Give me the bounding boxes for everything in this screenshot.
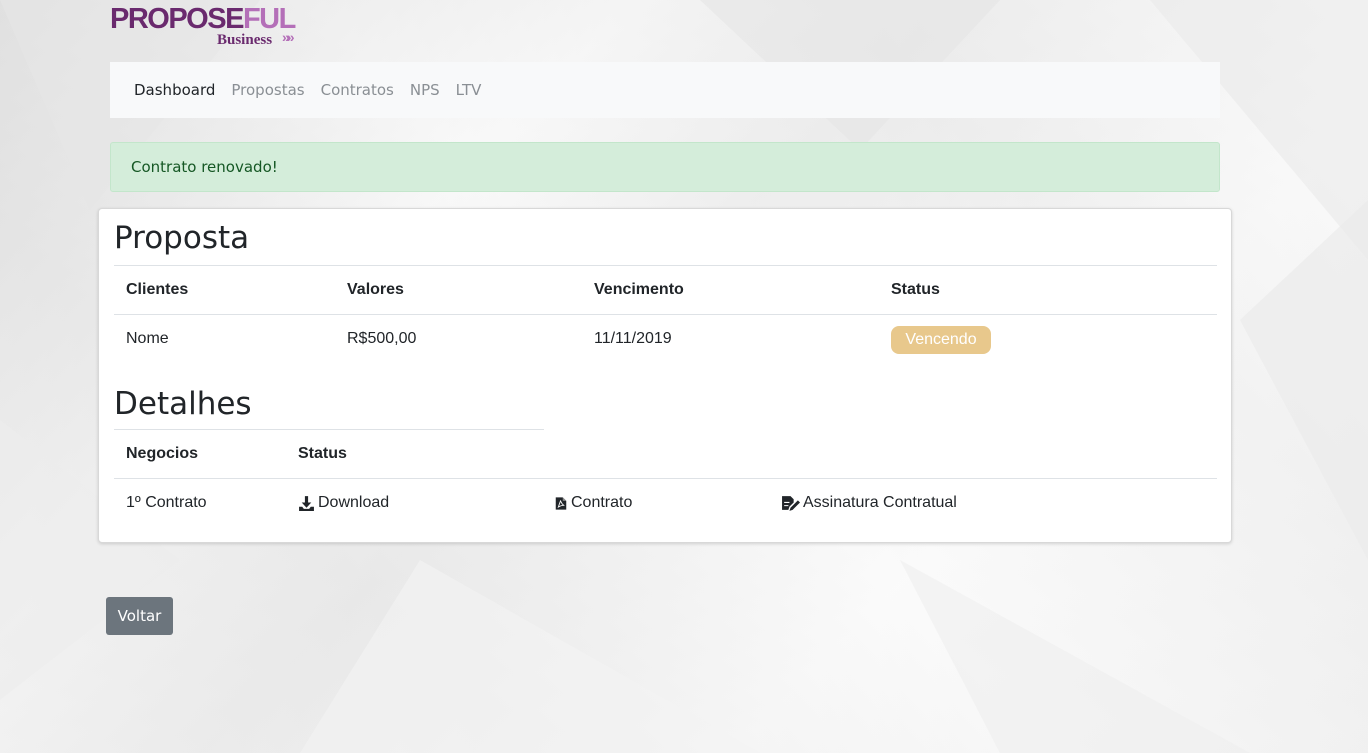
proposal-card: Proposta Clientes Valores Vencimento Sta… [98, 208, 1232, 543]
pdf-file-icon [555, 496, 567, 510]
brand-logo[interactable]: PROPOSEFUL Business »» [110, 4, 300, 48]
nav-propostas[interactable]: Propostas [231, 81, 304, 99]
detalhes-heading: Detalhes [114, 386, 252, 422]
download-link[interactable]: Download [298, 494, 389, 512]
assinatura-label: Assinatura Contratual [803, 494, 957, 511]
success-alert: Contrato renovado! [110, 142, 1220, 192]
proposta-heading: Proposta [114, 220, 250, 256]
signature-icon [782, 495, 800, 511]
logo-wordmark: PROPOSEFUL [110, 3, 296, 35]
top-navbar: Dashboard Propostas Contratos NPS LTV [110, 62, 1220, 118]
contrato-link[interactable]: Contrato [554, 494, 632, 512]
nav-contratos[interactable]: Contratos [321, 81, 394, 99]
column-header-valores: Valores [347, 281, 404, 298]
logo-subtitle: Business [217, 32, 273, 48]
cell-valor: R$500,00 [347, 330, 417, 347]
column-header-negocios: Negocios [126, 445, 199, 462]
contrato-label: Contrato [571, 494, 633, 511]
divider [114, 314, 1217, 315]
divider [114, 265, 1217, 266]
column-header-status: Status [891, 281, 940, 298]
assinatura-link[interactable]: Assinatura Contratual [781, 494, 957, 512]
alert-message: Contrato renovado! [131, 158, 278, 176]
nav-ltv[interactable]: LTV [456, 81, 482, 99]
column-header-vencimento: Vencimento [594, 281, 684, 298]
column-header-status: Status [298, 445, 347, 462]
download-icon [299, 495, 314, 511]
cell-negocio: 1º Contrato [126, 494, 207, 511]
nav-dashboard[interactable]: Dashboard [134, 81, 215, 99]
column-header-clientes: Clientes [126, 281, 189, 298]
divider [114, 429, 544, 430]
download-label: Download [318, 494, 390, 511]
divider [114, 478, 1217, 479]
status-badge: Vencendo [891, 326, 991, 354]
logo-arrows-icon: »» [282, 29, 294, 45]
nav-nps[interactable]: NPS [410, 81, 440, 99]
cell-cliente: Nome [126, 330, 169, 347]
back-button[interactable]: Voltar [106, 597, 173, 635]
cell-vencimento: 11/11/2019 [594, 330, 672, 347]
